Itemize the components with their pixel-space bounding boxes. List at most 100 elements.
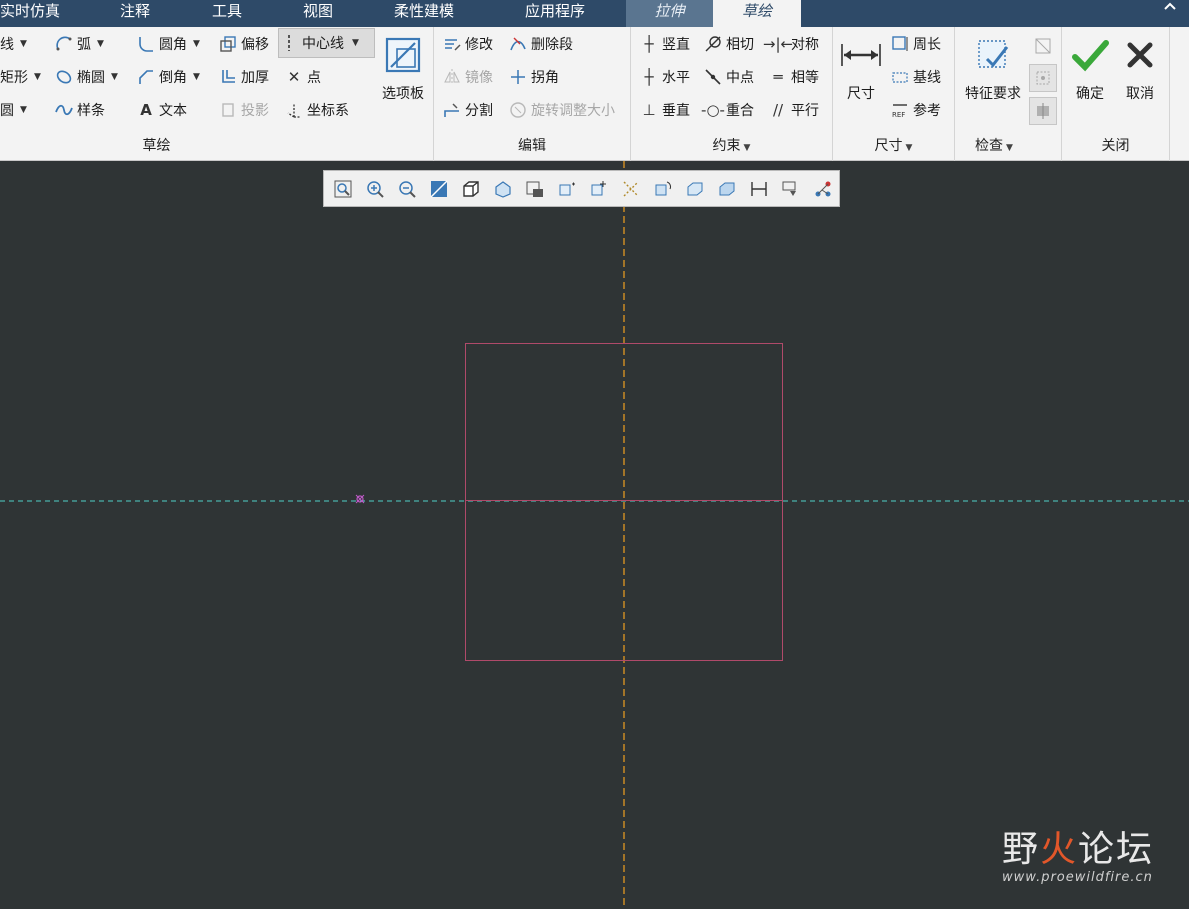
dropdown-arrow-icon[interactable]: ▼: [34, 72, 41, 82]
modify-tool[interactable]: 修改: [442, 33, 493, 55]
highlight-open-ends-icon[interactable]: [1029, 32, 1057, 60]
tab-applications[interactable]: 应用程序: [495, 0, 626, 27]
sketch-group: 线 ▼ 弧 ▼ 圆角 ▼ 偏移 中心线 ▼ 矩形 ▼ 椭圆 ▼ 倒角 ▼ 加厚 …: [0, 27, 434, 161]
delete-segment-tool-label: 删除段: [531, 37, 573, 53]
perspective-view-icon[interactable]: [554, 176, 580, 202]
dropdown-arrow-icon[interactable]: ▼: [193, 72, 200, 82]
dropdown-arrow-icon[interactable]: ▼: [20, 105, 27, 115]
centerline-tool[interactable]: 中心线 ▼: [278, 28, 375, 58]
dropdown-arrow-icon[interactable]: ▼: [1006, 143, 1013, 153]
symmetric-constraint[interactable]: →|← 对称: [763, 33, 819, 55]
saved-orientations-icon[interactable]: [490, 176, 516, 202]
divide-tool[interactable]: 分割: [442, 99, 493, 121]
fillet-tool[interactable]: 圆角 ▼: [136, 33, 200, 55]
coincident-constraint[interactable]: -○- 重合: [701, 99, 754, 121]
repaint-icon[interactable]: [426, 176, 452, 202]
tab-sketch[interactable]: 草绘: [713, 0, 801, 27]
coincident-label: 重合: [726, 103, 754, 119]
chamfer-tool[interactable]: 倒角 ▼: [136, 66, 200, 88]
parallel-icon: //: [772, 101, 784, 119]
project-tool[interactable]: 投影: [218, 99, 269, 121]
datum-display-icon[interactable]: [618, 176, 644, 202]
chevron-up-icon[interactable]: [1163, 0, 1177, 14]
line-tool[interactable]: 线 ▼: [0, 33, 27, 55]
rotate-resize-icon: [508, 100, 528, 120]
spin-center-icon[interactable]: [650, 176, 676, 202]
mirror-tool[interactable]: 镜像: [442, 66, 493, 88]
tab-flexible-modeling[interactable]: 柔性建模: [370, 0, 495, 27]
midpoint-constraint[interactable]: 中点: [703, 66, 754, 88]
tab-annotate[interactable]: 注释: [95, 0, 188, 27]
ellipse-tool[interactable]: 椭圆 ▼: [54, 66, 118, 88]
rotate-resize-tool[interactable]: 旋转调整大小: [508, 99, 615, 121]
constrain-group-label[interactable]: 约束 ▼: [631, 135, 832, 155]
dropdown-arrow-icon[interactable]: ▼: [193, 39, 200, 49]
perpendicular-constraint[interactable]: ⊥ 垂直: [639, 99, 690, 121]
point-icon: ✕: [287, 68, 301, 86]
feature-requirements-button[interactable]: 特征要求: [961, 33, 1025, 103]
horizontal-constraint[interactable]: ┼ 水平: [639, 66, 690, 88]
sketch-view-icon[interactable]: [682, 176, 708, 202]
ribbon: 线 ▼ 弧 ▼ 圆角 ▼ 偏移 中心线 ▼ 矩形 ▼ 椭圆 ▼ 倒角 ▼ 加厚 …: [0, 27, 1189, 161]
sketcher-display-icon[interactable]: [746, 176, 772, 202]
close-group-label: 关闭: [1101, 138, 1130, 154]
spline-tool[interactable]: 样条: [54, 99, 105, 121]
dropdown-arrow-icon[interactable]: ▼: [352, 38, 359, 48]
shade-closed-loops-icon[interactable]: [1029, 97, 1057, 125]
equal-constraint[interactable]: ═ 相等: [768, 66, 819, 88]
baseline-tool[interactable]: 基线: [890, 66, 941, 88]
cancel-button[interactable]: 取消: [1118, 33, 1162, 103]
dimension-group-label[interactable]: 尺寸 ▼: [833, 135, 954, 155]
constrain-group: ┼ 竖直 相切 →|← 对称 ┼ 水平 中点 ═ 相等 ⊥ 垂直 -○- 重合 …: [631, 27, 833, 161]
constrain-group-text: 约束: [712, 138, 741, 154]
reference-tool[interactable]: REF 参考: [890, 99, 941, 121]
dropdown-arrow-icon[interactable]: ▼: [744, 143, 751, 153]
view-manager-icon[interactable]: [522, 176, 548, 202]
coordsys-tool[interactable]: 坐标系: [284, 99, 349, 121]
circle-tool[interactable]: 圆 ▼: [0, 99, 27, 121]
parallel-constraint[interactable]: // 平行: [768, 99, 819, 121]
ok-button[interactable]: 确定: [1068, 33, 1112, 103]
rectangle-tool-label: 矩形: [0, 70, 28, 86]
point-tool[interactable]: ✕ 点: [284, 66, 321, 88]
zoom-out-icon[interactable]: [394, 176, 420, 202]
mirror-tool-label: 镜像: [465, 70, 493, 86]
palette-button[interactable]: 选项板: [377, 33, 429, 103]
sketch-canvas[interactable]: [0, 161, 1189, 909]
rectangle-tool[interactable]: 矩形 ▼: [0, 66, 41, 88]
close-group: 确定 取消 关闭: [1062, 27, 1170, 161]
dropdown-arrow-icon[interactable]: ▼: [97, 39, 104, 49]
annotation-display-icon[interactable]: [810, 176, 836, 202]
baseline-icon: [890, 67, 910, 87]
overlap-geometry-icon[interactable]: [1029, 64, 1057, 92]
coordinate-origin-icon[interactable]: [355, 494, 365, 504]
text-tool[interactable]: A 文本: [136, 99, 187, 121]
thicken-tool[interactable]: 加厚: [218, 66, 269, 88]
dropdown-arrow-icon[interactable]: ▼: [20, 39, 27, 49]
dimension-button[interactable]: 尺寸: [839, 33, 883, 103]
inspect-group-label[interactable]: 检查 ▼: [955, 135, 1061, 155]
horizontal-label: 水平: [662, 70, 690, 86]
reference-icon: REF: [890, 100, 910, 120]
display-filters-icon[interactable]: [778, 176, 804, 202]
centerline-icon: [279, 33, 299, 53]
zoom-in-icon[interactable]: [362, 176, 388, 202]
tangent-constraint[interactable]: 相切: [703, 33, 754, 55]
vertical-constraint[interactable]: ┼ 竖直: [639, 33, 690, 55]
delete-segment-tool[interactable]: 删除段: [508, 33, 573, 55]
tab-tools[interactable]: 工具: [188, 0, 279, 27]
perimeter-tool[interactable]: 周长: [890, 33, 941, 55]
offset-tool[interactable]: 偏移: [218, 33, 269, 55]
normal-view-icon[interactable]: [714, 176, 740, 202]
display-style-icon[interactable]: [586, 176, 612, 202]
dropdown-arrow-icon[interactable]: ▼: [906, 143, 913, 153]
tab-view[interactable]: 视图: [279, 0, 370, 27]
arc-tool[interactable]: 弧 ▼: [54, 33, 104, 55]
coincident-icon: -○-: [701, 101, 725, 119]
shading-display-icon[interactable]: [458, 176, 484, 202]
tab-realtime-simulation[interactable]: 实时仿真: [0, 0, 95, 27]
corner-tool[interactable]: 拐角: [508, 66, 559, 88]
dropdown-arrow-icon[interactable]: ▼: [111, 72, 118, 82]
tab-extrude[interactable]: 拉伸: [626, 0, 713, 27]
refit-icon[interactable]: [330, 176, 356, 202]
